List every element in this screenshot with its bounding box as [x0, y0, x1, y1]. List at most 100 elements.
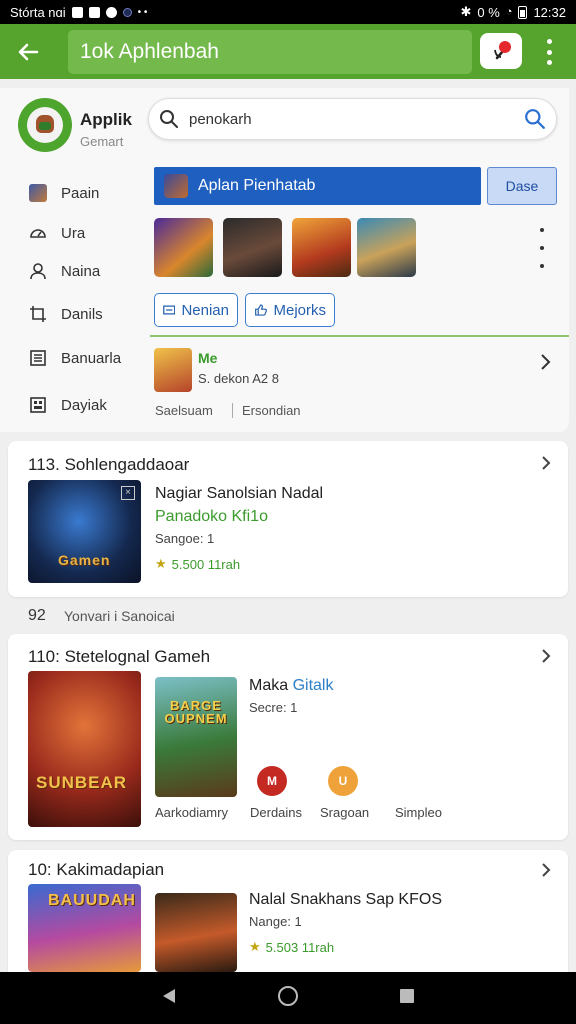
m-badge-icon[interactable]: M — [257, 766, 287, 796]
game-tile[interactable] — [357, 218, 416, 277]
brand-name: Applik — [80, 110, 132, 129]
game-name: Nalal Snakhans Sap KFOS — [249, 891, 442, 908]
featured-meta-b[interactable]: Ersondian — [242, 403, 301, 418]
sidebar-item-2[interactable]: Naina — [28, 256, 143, 286]
user-icon — [28, 261, 48, 281]
section-number: 92 — [28, 607, 46, 624]
star-icon: ★ — [155, 556, 167, 571]
promo-banner[interactable]: Aplan Pienhatab — [154, 167, 481, 205]
wifi-icon: ◔ — [505, 6, 513, 18]
featured-game-thumbnail[interactable] — [154, 348, 192, 392]
search-input[interactable]: penokarh — [189, 111, 252, 128]
card-tab[interactable]: Sragoan — [320, 805, 369, 820]
game-art[interactable] — [155, 893, 237, 972]
nav-back-button[interactable] — [160, 987, 178, 1010]
card-tab[interactable]: Aarkodiamry — [155, 805, 228, 820]
game-tile[interactable] — [223, 218, 282, 277]
sidebar-item-0[interactable]: Paain — [28, 178, 143, 208]
app-logo — [18, 98, 72, 152]
sidebar-item-3[interactable]: Danils — [28, 299, 143, 329]
chevron-right-icon[interactable] — [538, 648, 554, 669]
search-bar[interactable]: penokarh — [148, 98, 557, 140]
notification-icon — [71, 6, 83, 18]
banner-label: Aplan Pienhatab — [198, 177, 316, 194]
triangle-back-icon — [162, 988, 175, 1003]
status-bar: Stórta nɑi • • ✱ 0 % ◔ 12:32 — [0, 0, 576, 24]
game-icon — [28, 183, 48, 203]
close-banner-button[interactable]: Dase — [487, 167, 557, 205]
game-tile[interactable] — [154, 218, 213, 277]
clock: 12:32 — [533, 4, 566, 20]
status-left-text: Stórta nɑi — [10, 4, 66, 20]
search-icon — [149, 109, 189, 129]
card-tab[interactable]: Simpleo — [395, 805, 442, 820]
pill-button-1[interactable]: Mejorks — [245, 293, 335, 327]
arrow-left-icon — [18, 43, 39, 60]
sidebar-item-5[interactable]: Dayiak — [28, 390, 143, 420]
card-title: 10: Kakimadapian — [28, 860, 165, 879]
recording-dot — [499, 41, 511, 53]
chevron-right-icon[interactable] — [538, 862, 554, 883]
game-art[interactable]: BARGE OUPNEM — [155, 677, 237, 797]
app-bar: 1ok Aphlenbah — [0, 24, 576, 79]
app-icon — [122, 7, 132, 17]
nav-home-button[interactable] — [277, 985, 299, 1012]
search-submit-icon[interactable] — [524, 108, 546, 135]
featured-game-subtitle: S. dekon A2 8 — [198, 371, 279, 386]
github-icon — [105, 6, 117, 18]
list-icon — [28, 348, 48, 368]
divider — [150, 335, 569, 337]
chevron-right-icon[interactable] — [538, 455, 554, 476]
pill-label: Mejorks — [273, 301, 326, 319]
overflow-menu-button[interactable] — [540, 39, 558, 65]
app-bar-title: 1ok Aphlenbah — [80, 40, 219, 63]
square-recents-icon — [400, 988, 415, 1003]
u-badge-icon[interactable]: U — [328, 766, 358, 796]
pill-label: Nenian — [181, 301, 229, 319]
divider — [232, 403, 233, 418]
voice-button[interactable] — [480, 33, 522, 69]
system-nav-bar — [0, 972, 576, 1024]
crop-icon — [28, 304, 48, 324]
battery-percent: 0 % — [477, 4, 500, 20]
sidebar-item-4[interactable]: Banuarla — [28, 343, 143, 373]
back-button[interactable] — [0, 24, 56, 79]
game-art[interactable]: BAUUDAH — [28, 884, 141, 972]
game-art[interactable]: Gamen × — [28, 480, 141, 583]
screen-icon — [163, 305, 176, 315]
tiles-more-button[interactable] — [538, 228, 546, 268]
featured-game-title: Me — [198, 350, 218, 366]
card-title: 113. Sohlengaddaoar — [28, 455, 190, 474]
banner-thumbnail — [164, 174, 188, 198]
game-subtitle: Panadoko Kfi1o — [155, 508, 268, 525]
featured-meta-a[interactable]: Saelsuam — [155, 403, 213, 418]
sidebar-item-label: Ura — [61, 224, 86, 242]
card-title: 110: Stetelognal Gameh — [28, 647, 211, 666]
section-label: Yonvari i Sanoicai — [64, 608, 175, 624]
game-tile[interactable] — [292, 218, 351, 277]
game-name: Nagiar Sanolsian Nadal — [155, 485, 324, 502]
pill-button-0[interactable]: Nenian — [154, 293, 238, 327]
brand-subtitle: Gemart — [80, 134, 124, 149]
card-tab[interactable]: Derdains — [250, 805, 302, 820]
nav-recents-button[interactable] — [398, 987, 416, 1010]
game-rating: ★ 5.503 11rah — [249, 939, 335, 955]
game-rating: ★ 5.500 11rah — [155, 556, 241, 572]
game-small-text: Sangoe: 1 — [155, 531, 215, 546]
notification-icon — [88, 6, 100, 18]
chevron-right-icon[interactable] — [535, 352, 555, 377]
sidebar-item-label: Paain — [61, 184, 100, 202]
more-notifications-icon: • • — [137, 6, 148, 18]
game-art[interactable]: SUNBEAR — [28, 671, 141, 827]
sidebar-item-1[interactable]: Ura — [28, 218, 143, 248]
thumbs-up-icon — [255, 304, 267, 316]
dashboard-icon — [28, 395, 48, 415]
circle-home-icon — [277, 985, 298, 1006]
game-name: Maka Gitalk — [249, 677, 334, 694]
sidebar-item-label: Banuarla — [61, 349, 122, 367]
app-bar-title-field[interactable]: 1ok Aphlenbah — [68, 30, 472, 74]
battery-icon — [518, 5, 528, 19]
star-icon: ★ — [249, 939, 261, 954]
game-small-text: Secre: 1 — [249, 700, 298, 715]
close-icon: × — [121, 486, 135, 500]
